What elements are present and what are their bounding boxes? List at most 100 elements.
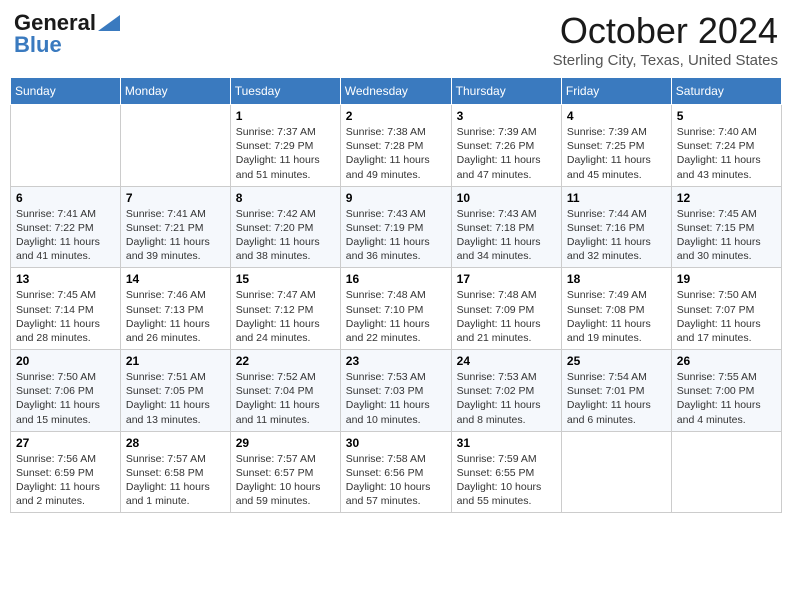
cell-info: Sunrise: 7:58 AM Sunset: 6:56 PM Dayligh…	[346, 452, 446, 509]
cell-info: Sunrise: 7:43 AM Sunset: 7:19 PM Dayligh…	[346, 207, 446, 264]
day-number: 15	[236, 272, 335, 286]
day-number: 31	[457, 436, 556, 450]
page-header: General Blue October 2024 Sterling City,…	[10, 10, 782, 69]
cell-info: Sunrise: 7:40 AM Sunset: 7:24 PM Dayligh…	[677, 125, 776, 182]
calendar-cell: 10Sunrise: 7:43 AM Sunset: 7:18 PM Dayli…	[451, 186, 561, 268]
cell-info: Sunrise: 7:41 AM Sunset: 7:21 PM Dayligh…	[126, 207, 225, 264]
day-number: 16	[346, 272, 446, 286]
day-number: 7	[126, 191, 225, 205]
title-block: October 2024 Sterling City, Texas, Unite…	[553, 10, 778, 69]
day-number: 9	[346, 191, 446, 205]
day-number: 5	[677, 109, 776, 123]
day-number: 28	[126, 436, 225, 450]
cell-info: Sunrise: 7:50 AM Sunset: 7:06 PM Dayligh…	[16, 370, 115, 427]
cell-info: Sunrise: 7:47 AM Sunset: 7:12 PM Dayligh…	[236, 288, 335, 345]
calendar-cell: 19 Sunrise: 7:50 AM Sunset: 7:07 PM Dayli…	[671, 268, 781, 350]
day-number: 17	[457, 272, 556, 286]
calendar-cell	[561, 431, 671, 513]
day-number: 1	[236, 109, 335, 123]
weekday-header-sunday: Sunday	[11, 78, 121, 105]
calendar-cell	[120, 105, 230, 187]
calendar-cell	[11, 105, 121, 187]
day-number: 2	[346, 109, 446, 123]
calendar-cell: 14 Sunrise: 7:46 AM Sunset: 7:13 PM Dayli…	[120, 268, 230, 350]
cell-info: Sunrise: 7:37 AM Sunset: 7:29 PM Dayligh…	[236, 125, 335, 182]
calendar-cell: 22 Sunrise: 7:52 AM Sunset: 7:04 PM Dayli…	[230, 350, 340, 432]
day-number: 13	[16, 272, 115, 286]
day-number: 22	[236, 354, 335, 368]
calendar-cell: 23 Sunrise: 7:53 AM Sunset: 7:03 PM Dayli…	[340, 350, 451, 432]
day-number: 4	[567, 109, 666, 123]
weekday-header-tuesday: Tuesday	[230, 78, 340, 105]
cell-info: Sunrise: 7:52 AM Sunset: 7:04 PM Dayligh…	[236, 370, 335, 427]
calendar-cell: 6 Sunrise: 7:41 AM Sunset: 7:22 PM Daylig…	[11, 186, 121, 268]
day-number: 14	[126, 272, 225, 286]
day-number: 19	[677, 272, 776, 286]
cell-info: Sunrise: 7:55 AM Sunset: 7:00 PM Dayligh…	[677, 370, 776, 427]
location: Sterling City, Texas, United States	[553, 52, 778, 69]
day-number: 21	[126, 354, 225, 368]
month-title: October 2024	[553, 10, 778, 52]
cell-info: Sunrise: 7:56 AM Sunset: 6:59 PM Dayligh…	[16, 452, 115, 509]
day-number: 10	[457, 191, 556, 205]
calendar-cell: 3 Sunrise: 7:39 AM Sunset: 7:26 PM Daylig…	[451, 105, 561, 187]
cell-info: Sunrise: 7:45 AM Sunset: 7:14 PM Dayligh…	[16, 288, 115, 345]
calendar-cell: 27 Sunrise: 7:56 AM Sunset: 6:59 PM Dayli…	[11, 431, 121, 513]
day-number: 27	[16, 436, 115, 450]
calendar-cell: 17Sunrise: 7:48 AM Sunset: 7:09 PM Dayli…	[451, 268, 561, 350]
day-number: 8	[236, 191, 335, 205]
logo-icon	[98, 15, 120, 31]
calendar-cell: 5 Sunrise: 7:40 AM Sunset: 7:24 PM Daylig…	[671, 105, 781, 187]
cell-info: Sunrise: 7:59 AM Sunset: 6:55 PM Dayligh…	[457, 452, 556, 509]
cell-info: Sunrise: 7:54 AM Sunset: 7:01 PM Dayligh…	[567, 370, 666, 427]
calendar-cell: 24 Sunrise: 7:53 AM Sunset: 7:02 PM Dayli…	[451, 350, 561, 432]
day-number: 6	[16, 191, 115, 205]
day-number: 25	[567, 354, 666, 368]
day-number: 24	[457, 354, 556, 368]
cell-info: Sunrise: 7:50 AM Sunset: 7:07 PM Dayligh…	[677, 288, 776, 345]
weekday-header-monday: Monday	[120, 78, 230, 105]
cell-info: Sunrise: 7:53 AM Sunset: 7:03 PM Dayligh…	[346, 370, 446, 427]
cell-info: Sunrise: 7:39 AM Sunset: 7:25 PM Dayligh…	[567, 125, 666, 182]
day-number: 29	[236, 436, 335, 450]
day-number: 11	[567, 191, 666, 205]
cell-info: Sunrise: 7:45 AM Sunset: 7:15 PM Dayligh…	[677, 207, 776, 264]
calendar-cell: 13 Sunrise: 7:45 AM Sunset: 7:14 PM Dayli…	[11, 268, 121, 350]
calendar-cell: 12 Sunrise: 7:45 AM Sunset: 7:15 PM Dayli…	[671, 186, 781, 268]
calendar-cell: 21 Sunrise: 7:51 AM Sunset: 7:05 PM Dayli…	[120, 350, 230, 432]
day-number: 18	[567, 272, 666, 286]
weekday-header-saturday: Saturday	[671, 78, 781, 105]
calendar-cell: 30 Sunrise: 7:58 AM Sunset: 6:56 PM Dayli…	[340, 431, 451, 513]
calendar-cell: 28 Sunrise: 7:57 AM Sunset: 6:58 PM Dayli…	[120, 431, 230, 513]
weekday-header-wednesday: Wednesday	[340, 78, 451, 105]
cell-info: Sunrise: 7:41 AM Sunset: 7:22 PM Dayligh…	[16, 207, 115, 264]
cell-info: Sunrise: 7:46 AM Sunset: 7:13 PM Dayligh…	[126, 288, 225, 345]
day-number: 30	[346, 436, 446, 450]
calendar-cell: 20Sunrise: 7:50 AM Sunset: 7:06 PM Dayli…	[11, 350, 121, 432]
cell-info: Sunrise: 7:57 AM Sunset: 6:58 PM Dayligh…	[126, 452, 225, 509]
day-number: 26	[677, 354, 776, 368]
calendar-cell: 18 Sunrise: 7:49 AM Sunset: 7:08 PM Dayli…	[561, 268, 671, 350]
calendar-cell: 15 Sunrise: 7:47 AM Sunset: 7:12 PM Dayli…	[230, 268, 340, 350]
cell-info: Sunrise: 7:53 AM Sunset: 7:02 PM Dayligh…	[457, 370, 556, 427]
cell-info: Sunrise: 7:48 AM Sunset: 7:10 PM Dayligh…	[346, 288, 446, 345]
day-number: 3	[457, 109, 556, 123]
weekday-header-friday: Friday	[561, 78, 671, 105]
logo: General Blue	[14, 10, 120, 58]
cell-info: Sunrise: 7:57 AM Sunset: 6:57 PM Dayligh…	[236, 452, 335, 509]
cell-info: Sunrise: 7:44 AM Sunset: 7:16 PM Dayligh…	[567, 207, 666, 264]
cell-info: Sunrise: 7:51 AM Sunset: 7:05 PM Dayligh…	[126, 370, 225, 427]
calendar-table: SundayMondayTuesdayWednesdayThursdayFrid…	[10, 77, 782, 513]
calendar-cell: 11 Sunrise: 7:44 AM Sunset: 7:16 PM Dayli…	[561, 186, 671, 268]
cell-info: Sunrise: 7:42 AM Sunset: 7:20 PM Dayligh…	[236, 207, 335, 264]
calendar-cell: 26 Sunrise: 7:55 AM Sunset: 7:00 PM Dayli…	[671, 350, 781, 432]
day-number: 12	[677, 191, 776, 205]
cell-info: Sunrise: 7:49 AM Sunset: 7:08 PM Dayligh…	[567, 288, 666, 345]
calendar-cell: 25 Sunrise: 7:54 AM Sunset: 7:01 PM Dayli…	[561, 350, 671, 432]
cell-info: Sunrise: 7:39 AM Sunset: 7:26 PM Dayligh…	[457, 125, 556, 182]
calendar-cell: 4 Sunrise: 7:39 AM Sunset: 7:25 PM Daylig…	[561, 105, 671, 187]
calendar-cell: 29 Sunrise: 7:57 AM Sunset: 6:57 PM Dayli…	[230, 431, 340, 513]
weekday-header-thursday: Thursday	[451, 78, 561, 105]
calendar-cell: 2Sunrise: 7:38 AM Sunset: 7:28 PM Daylig…	[340, 105, 451, 187]
day-number: 23	[346, 354, 446, 368]
